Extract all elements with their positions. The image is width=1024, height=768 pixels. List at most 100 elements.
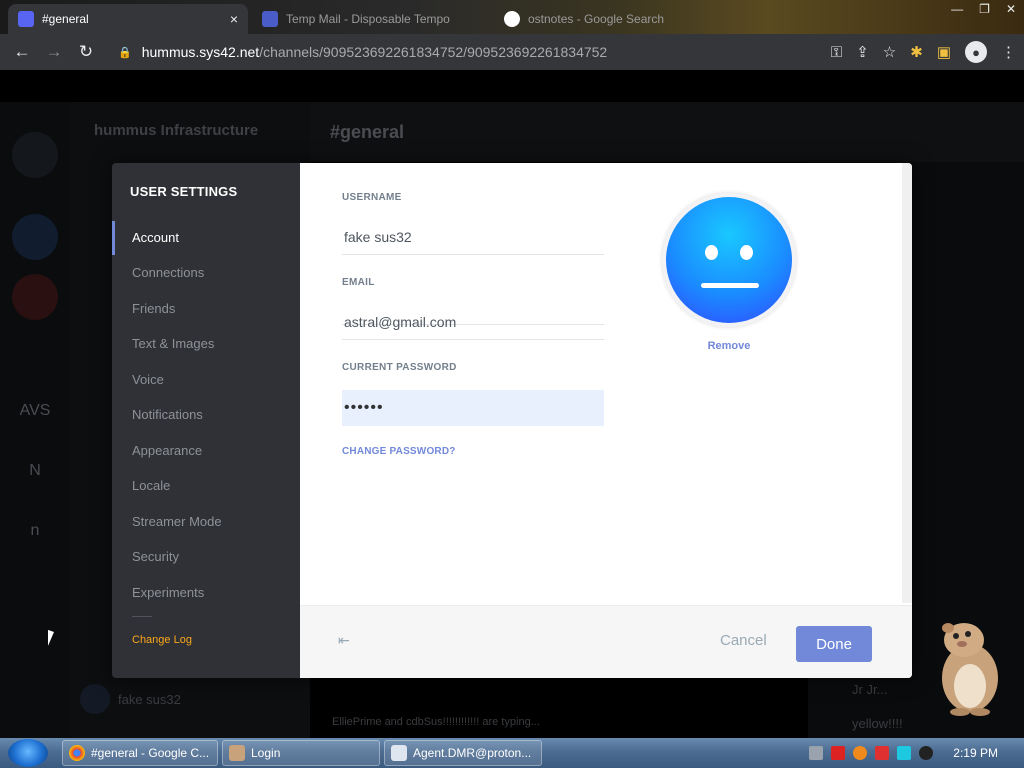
taskbar-item-login[interactable]: Login	[222, 740, 380, 766]
nav-connections[interactable]: Connections	[132, 265, 204, 280]
guild-icon[interactable]: n	[12, 508, 58, 554]
settings-title: USER SETTINGS	[130, 184, 238, 199]
content-scrollbar[interactable]	[902, 163, 912, 603]
guild-icon[interactable]: N	[12, 448, 58, 494]
url-host: hummus.sys42.net	[141, 44, 260, 60]
taskbar-item-label: Agent.DMR@proton...	[413, 746, 532, 760]
discord-favicon-icon	[18, 11, 34, 27]
volume-icon[interactable]	[919, 746, 934, 760]
back-icon[interactable]: ←	[6, 42, 38, 62]
chrome-menu-icon[interactable]: ⋮	[1001, 43, 1016, 61]
window-close-icon[interactable]: ✕	[1006, 2, 1016, 16]
username-field[interactable]: fake sus32	[342, 219, 604, 255]
chrome-icon	[69, 745, 85, 761]
taskbar-clock[interactable]: 2:19 PM	[953, 746, 998, 760]
lock-icon: 🔒	[118, 46, 132, 59]
login-app-icon	[229, 745, 245, 761]
window-controls: — ❐ ✕	[951, 0, 1016, 18]
nav-voice[interactable]: Voice	[132, 372, 164, 387]
current-password-field[interactable]: ••••••	[342, 390, 604, 426]
email-field[interactable]: astral@gmail.com	[342, 304, 604, 340]
browser-tab-google-search[interactable]: ostnotes - Google Search	[494, 4, 694, 34]
flag-icon[interactable]	[875, 746, 890, 760]
email-label: EMAIL	[342, 277, 375, 288]
browser-tab-general[interactable]: #general ×	[8, 4, 248, 34]
hamster-sticker	[942, 623, 998, 716]
settings-content: USERNAME fake sus32 EMAIL astral@gmail.c…	[300, 163, 912, 678]
typing-indicator: ElliePrime and cdbSus!!!!!!!!!!!! are ty…	[332, 716, 540, 728]
reload-icon[interactable]: ↻	[70, 42, 102, 62]
avatar-upload[interactable]	[662, 193, 796, 327]
change-password-link[interactable]: CHANGE PASSWORD?	[342, 446, 456, 457]
channel-header	[310, 102, 1024, 162]
browser-tab-strip: #general × Temp Mail - Disposable Tempo …	[0, 0, 1024, 34]
start-button[interactable]	[8, 739, 48, 767]
guild-icon[interactable]	[12, 274, 58, 320]
tab-title: ostnotes - Google Search	[528, 12, 665, 26]
nav-friends[interactable]: Friends	[132, 301, 175, 316]
taskbar-item-label: Login	[251, 746, 281, 760]
logout-icon[interactable]: ⇤	[338, 632, 356, 650]
share-icon[interactable]: ⇪	[856, 43, 869, 61]
display-icon[interactable]	[897, 746, 912, 760]
nav-streamer-mode[interactable]: Streamer Mode	[132, 514, 222, 529]
nav-account[interactable]: Account	[132, 230, 179, 245]
taskbar-item-chrome[interactable]: #general - Google C...	[62, 740, 218, 766]
taskbar-item-agent[interactable]: Agent.DMR@proton...	[384, 740, 542, 766]
tab-title: Temp Mail - Disposable Tempo	[286, 12, 450, 26]
bookmark-star-icon[interactable]: ☆	[883, 43, 896, 61]
guild-icon[interactable]	[12, 214, 58, 260]
done-button[interactable]: Done	[796, 626, 872, 662]
google-favicon-icon	[504, 11, 520, 27]
side-panel-icon[interactable]: ▣	[937, 43, 951, 61]
avatar	[666, 197, 792, 323]
tab-title: #general	[42, 12, 89, 26]
password-key-icon[interactable]: ⚿	[831, 44, 842, 61]
minimize-icon[interactable]: —	[951, 2, 963, 16]
member-item[interactable]: yellow!!!!	[852, 716, 903, 731]
remove-avatar-link[interactable]: Remove	[700, 340, 758, 352]
current-password-label: CURRENT PASSWORD	[342, 362, 457, 373]
url-path: /channels/909523692261834752/90952369226…	[259, 44, 608, 60]
windows-taskbar: #general - Google C... Login Agent.DMR@p…	[0, 738, 1024, 768]
address-bar[interactable]: 🔒 hummus.sys42.net /channels/90952369226…	[108, 38, 788, 66]
nav-locale[interactable]: Locale	[132, 478, 170, 493]
avatar-right-eye	[740, 245, 753, 260]
network-icon[interactable]	[809, 746, 824, 760]
nav-security[interactable]: Security	[132, 549, 179, 564]
avatar-mouth	[701, 283, 759, 288]
maximize-icon[interactable]: ❐	[979, 2, 990, 16]
member-item[interactable]: Jr Jr...	[852, 682, 887, 697]
nav-experiments[interactable]: Experiments	[132, 585, 204, 600]
settings-footer: ⇤ Cancel Done	[300, 605, 912, 678]
change-log-link[interactable]: Change Log	[132, 634, 192, 646]
settings-sidebar: USER SETTINGS Account Connections Friend…	[112, 163, 300, 678]
nav-appearance[interactable]: Appearance	[132, 443, 202, 458]
avatar-left-eye	[705, 245, 718, 260]
nav-notifications[interactable]: Notifications	[132, 407, 203, 422]
user-settings-modal: USER SETTINGS Account Connections Friend…	[112, 163, 912, 678]
active-indicator	[112, 221, 115, 255]
browser-toolbar: ← → ↻ 🔒 hummus.sys42.net /channels/90952…	[0, 34, 1024, 70]
taskbar-item-label: #general - Google C...	[91, 746, 210, 760]
profile-avatar-icon[interactable]: ●	[965, 41, 987, 63]
extensions-icon[interactable]: ✱	[910, 43, 923, 61]
forward-icon[interactable]: →	[38, 42, 70, 62]
user-panel: fake sus32	[80, 684, 181, 714]
window-app-icon	[391, 745, 407, 761]
antivirus-icon[interactable]	[831, 746, 846, 760]
server-name: hummus Infrastructure	[94, 122, 259, 139]
toolbar-actions: ⚿ ⇪ ☆ ✱ ▣ ● ⋮	[831, 34, 1016, 70]
system-tray: 2:19 PM	[809, 738, 1024, 768]
browser-tab-temp-mail[interactable]: Temp Mail - Disposable Tempo	[252, 4, 488, 34]
guild-icon[interactable]	[12, 132, 58, 178]
nav-text-images[interactable]: Text & Images	[132, 336, 214, 351]
search-tray-icon[interactable]	[853, 746, 868, 760]
guild-icon[interactable]: AVS	[12, 388, 58, 434]
cancel-button[interactable]: Cancel	[720, 632, 767, 649]
temp-mail-favicon-icon	[262, 11, 278, 27]
nav-divider	[132, 616, 152, 617]
tab-close-icon[interactable]: ×	[230, 11, 238, 27]
avatar[interactable]	[80, 684, 110, 714]
channel-name: #general	[330, 122, 405, 142]
